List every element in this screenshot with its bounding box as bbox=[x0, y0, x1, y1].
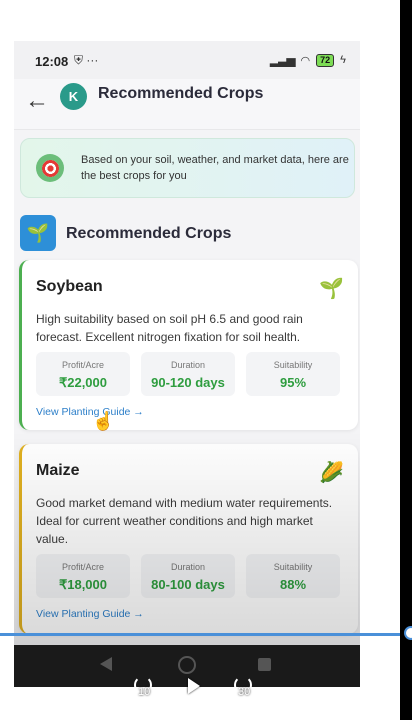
play-button[interactable] bbox=[188, 676, 200, 694]
wifi-icon: ◠ bbox=[300, 54, 311, 67]
stat-label: Suitability bbox=[273, 562, 313, 572]
stat-value: ₹22,000 bbox=[58, 375, 108, 390]
nav-back-icon[interactable] bbox=[100, 657, 112, 671]
section-title: Recommended Crops bbox=[66, 225, 232, 242]
nav-recents-icon[interactable] bbox=[258, 658, 271, 671]
play-icon bbox=[188, 678, 200, 694]
view-planting-guide-link[interactable]: View Planting Guide → bbox=[36, 608, 144, 620]
crop-name: Soybean bbox=[36, 278, 103, 295]
back-button[interactable]: ← bbox=[25, 87, 49, 115]
stat-value: 90-120 days bbox=[151, 375, 225, 390]
rewind-seconds: 10 bbox=[138, 686, 151, 698]
view-planting-guide-link[interactable]: View Planting Guide → bbox=[36, 406, 144, 418]
right-edge-bar bbox=[400, 0, 412, 720]
stat-label: Profit/Acre bbox=[61, 360, 104, 370]
stat-suitability: Suitability 95% bbox=[246, 352, 340, 396]
charging-icon: ϟ bbox=[340, 54, 346, 66]
status-bar: 12:08 ⛨ ··· ▂▃▅ ◠ 72 ϟ bbox=[14, 41, 360, 79]
stat-label: Duration bbox=[170, 562, 206, 572]
stat-value: 80-100 days bbox=[151, 577, 225, 592]
stat-value: 88% bbox=[279, 577, 307, 592]
stat-profit: Profit/Acre ₹18,000 bbox=[36, 554, 130, 598]
rewind-button[interactable]: 10 bbox=[134, 676, 152, 698]
forward-button[interactable]: 30 bbox=[234, 676, 252, 698]
stat-duration: Duration 90-120 days bbox=[141, 352, 235, 396]
video-controls: 10 30 bbox=[0, 676, 400, 706]
banner-text: Based on your soil, weather, and market … bbox=[81, 154, 349, 182]
phone-screen: 12:08 ⛨ ··· ▂▃▅ ◠ 72 ϟ ← K Recommended C… bbox=[14, 41, 360, 687]
seedling-icon: 🌱 bbox=[20, 215, 56, 251]
progress-handle[interactable] bbox=[404, 626, 412, 640]
crop-card-soybean[interactable]: Soybean 🌱 High suitability based on soil… bbox=[19, 260, 358, 430]
stat-value: ₹18,000 bbox=[58, 577, 108, 592]
stat-label: Duration bbox=[170, 360, 206, 370]
page-title: Recommended Crops bbox=[98, 85, 264, 102]
stat-value: 95% bbox=[279, 375, 307, 390]
stat-suitability: Suitability 88% bbox=[246, 554, 340, 598]
signal-icon: ▂▃▅ bbox=[269, 53, 296, 67]
nav-home-icon[interactable] bbox=[178, 656, 196, 674]
avatar[interactable]: K bbox=[60, 83, 87, 110]
battery-icon: 72 bbox=[316, 53, 335, 67]
stat-profit: Profit/Acre ₹22,000 bbox=[36, 352, 130, 396]
corn-icon: 🌽 bbox=[319, 462, 344, 484]
target-icon bbox=[36, 154, 64, 182]
stat-duration: Duration 80-100 days bbox=[141, 554, 235, 598]
crop-description: Good market demand with medium water req… bbox=[36, 496, 333, 546]
crop-description: High suitability based on soil pH 6.5 an… bbox=[36, 312, 303, 344]
forward-seconds: 30 bbox=[238, 686, 251, 698]
stat-label: Suitability bbox=[273, 360, 313, 370]
status-time: 12:08 bbox=[35, 54, 69, 69]
video-progress-bar[interactable] bbox=[0, 633, 400, 636]
status-icons: ▂▃▅ ◠ 72 ϟ bbox=[270, 53, 346, 67]
crop-card-maize[interactable]: Maize 🌽 Good market demand with medium w… bbox=[19, 444, 358, 634]
stat-label: Profit/Acre bbox=[61, 562, 104, 572]
crop-name: Maize bbox=[36, 462, 80, 479]
hand-cursor-icon: ☝ bbox=[92, 411, 115, 431]
seedling-icon: 🌱 bbox=[319, 278, 344, 300]
status-notification-icons: ⛨ ··· bbox=[74, 53, 99, 67]
info-banner: Based on your soil, weather, and market … bbox=[20, 138, 355, 198]
